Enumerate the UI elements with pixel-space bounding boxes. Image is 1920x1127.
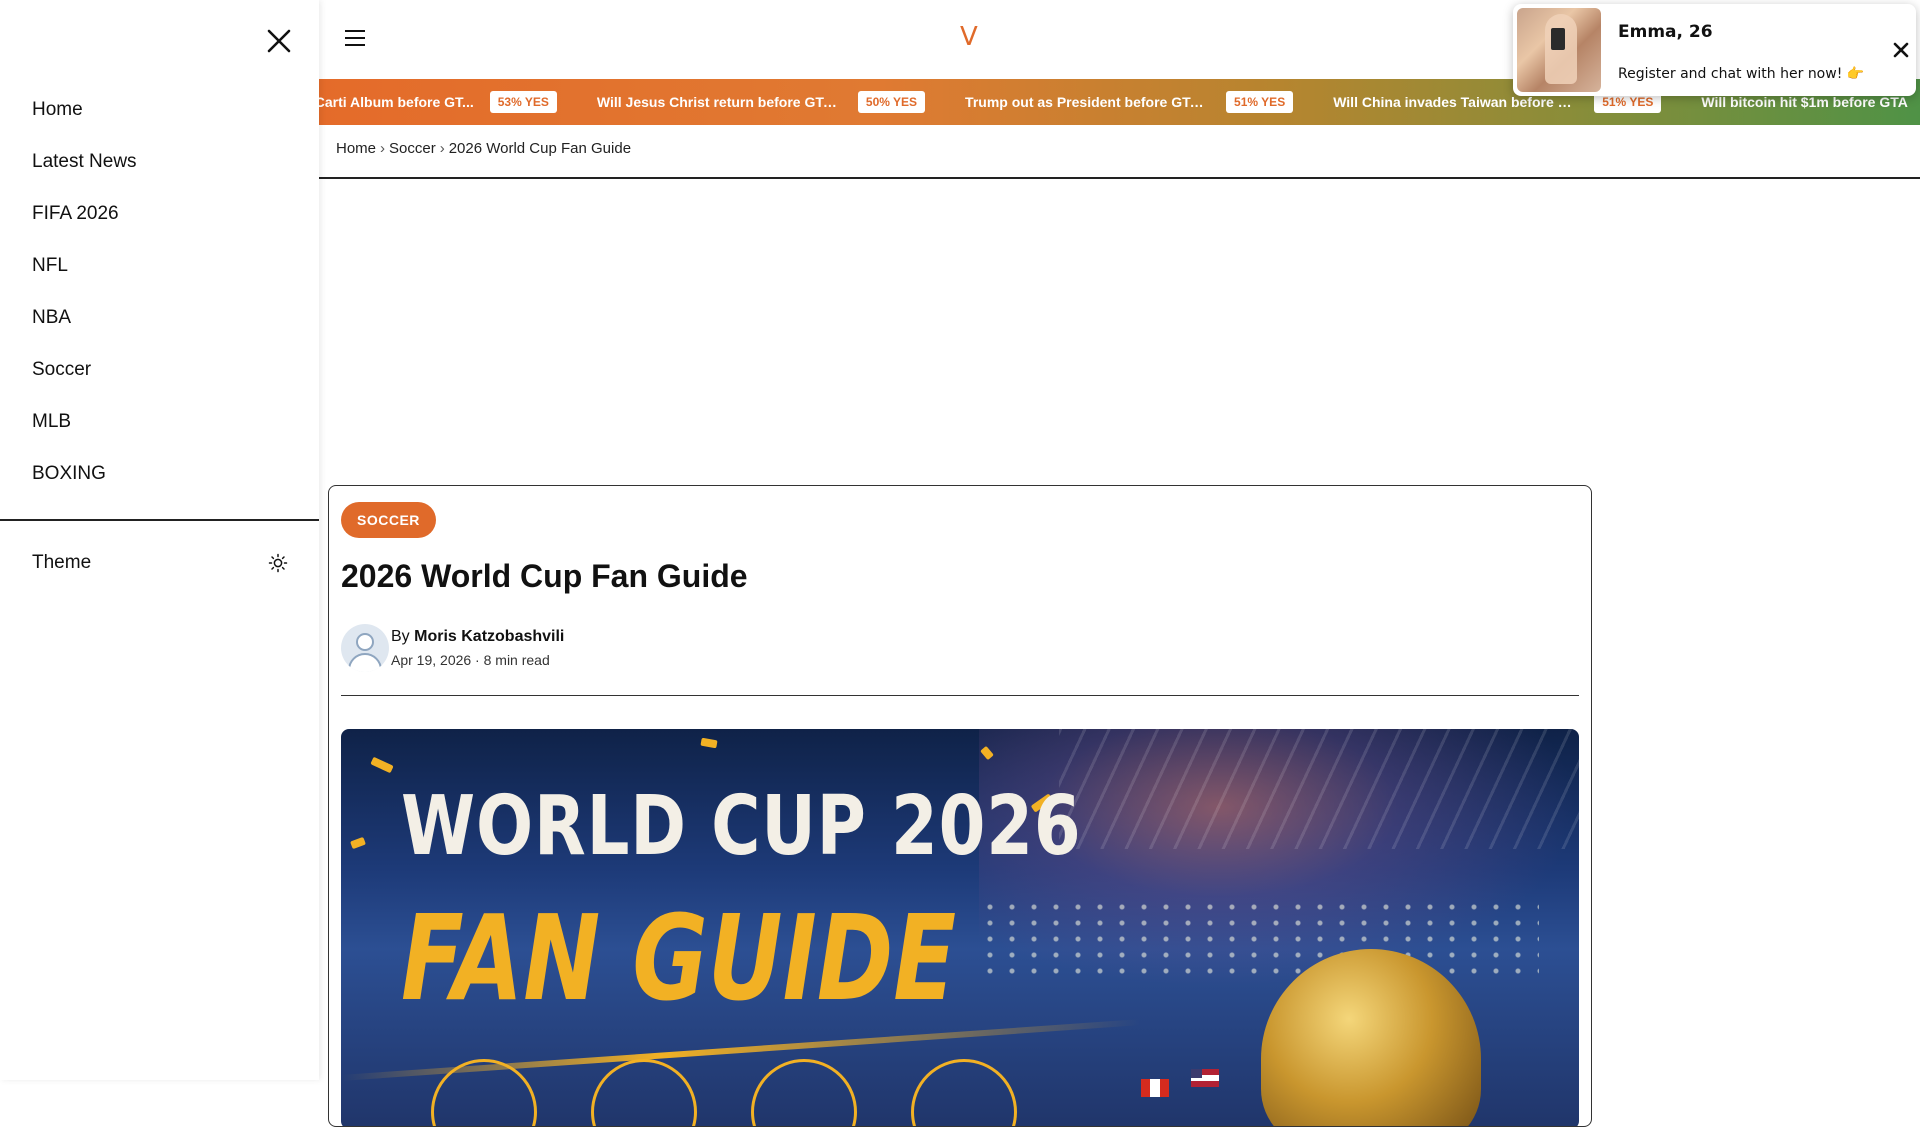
flag-icon: [1141, 1079, 1169, 1097]
drawer-item-boxing[interactable]: BOXING: [0, 448, 319, 500]
ticker-item[interactable]: i Carti Album before GT... 53% YES: [319, 91, 557, 113]
avatar[interactable]: [341, 624, 389, 672]
ticker-item[interactable]: Will bitcoin hit $1m before GTA: [1701, 94, 1920, 110]
drawer-item-soccer[interactable]: Soccer: [0, 344, 319, 396]
drawer-divider: [0, 519, 319, 521]
author-meta: By Moris Katzobashvili Apr 19, 2026 · 8 …: [391, 628, 564, 668]
hero-image: WORLD CUP 2026 FAN GUIDE: [341, 729, 1579, 1126]
breadcrumb-current: 2026 World Cup Fan Guide: [448, 140, 632, 157]
nav-drawer: Home Latest News FIFA 2026 NFL NBA Socce…: [0, 0, 319, 1080]
drawer-item-latest-news[interactable]: Latest News: [0, 136, 319, 188]
ticker-badge: 50% YES: [857, 91, 926, 113]
author-row: By Moris Katzobashvili Apr 19, 2026 · 8 …: [341, 624, 564, 672]
breadcrumb-home[interactable]: Home: [336, 140, 376, 157]
article-card: SOCCER 2026 World Cup Fan Guide By Moris…: [328, 485, 1592, 1127]
site-logo[interactable]: V: [960, 22, 978, 52]
by-label: By: [391, 628, 410, 645]
article-meta: Apr 19, 2026 · 8 min read: [391, 652, 550, 668]
ticker-text: Will bitcoin hit $1m before GTA: [1701, 94, 1908, 110]
breadcrumb-separator: ›: [380, 140, 386, 157]
category-tag[interactable]: SOCCER: [341, 502, 436, 538]
card-divider: [341, 695, 1579, 696]
popup-message: Register and chat with her now! 👉: [1618, 66, 1865, 82]
breadcrumb-separator: ›: [439, 140, 445, 157]
sun-icon[interactable]: [268, 553, 288, 573]
hero-badge-icon: [591, 1059, 697, 1126]
hero-badge-icon: [751, 1059, 857, 1126]
close-icon[interactable]: [266, 28, 292, 54]
close-icon[interactable]: [1893, 42, 1909, 58]
breadcrumb: Home › Soccer › 2026 World Cup Fan Guide: [336, 140, 631, 157]
drawer-nav: Home Latest News FIFA 2026 NFL NBA Socce…: [0, 84, 319, 500]
ticker-badge: 51% YES: [1226, 91, 1294, 113]
chat-popup[interactable]: Emma, 26 Register and chat with her now!…: [1513, 4, 1916, 96]
popup-avatar-photo: [1517, 8, 1601, 92]
drawer-item-home[interactable]: Home: [0, 84, 319, 136]
byline: By Moris Katzobashvili: [391, 628, 564, 646]
hero-headline: WORLD CUP 2026: [401, 779, 1082, 874]
popup-name: Emma, 26: [1618, 22, 1713, 42]
ticker-text: Will Jesus Christ return before GTA ...: [596, 94, 842, 110]
hero-subheadline: FAN GUIDE: [401, 889, 957, 1027]
breadcrumb-divider: [319, 177, 1920, 179]
drawer-item-fifa-2026[interactable]: FIFA 2026: [0, 188, 319, 240]
article-title: 2026 World Cup Fan Guide: [341, 558, 748, 594]
drawer-item-nfl[interactable]: NFL: [0, 240, 319, 292]
ticker-text: Trump out as President before GTA ...: [965, 94, 1211, 110]
theme-toggle-row[interactable]: Theme: [32, 548, 288, 578]
ticker-badge: 53% YES: [489, 91, 557, 113]
author-name[interactable]: Moris Katzobashvili: [414, 628, 564, 645]
drawer-item-mlb[interactable]: MLB: [0, 396, 319, 448]
drawer-item-nba[interactable]: NBA: [0, 292, 319, 344]
hero-badge-icon: [911, 1059, 1017, 1126]
flag-icon: [1191, 1069, 1219, 1087]
ticker-item[interactable]: Trump out as President before GTA ... 51…: [965, 91, 1294, 113]
hamburger-icon[interactable]: [345, 30, 365, 48]
ticker-text: i Carti Album before GT...: [319, 94, 474, 110]
breadcrumb-soccer[interactable]: Soccer: [389, 140, 436, 157]
theme-label: Theme: [32, 552, 92, 573]
ticker-text: Will China invades Taiwan before GT...: [1333, 94, 1579, 110]
ticker-item[interactable]: Will Jesus Christ return before GTA ... …: [596, 91, 926, 113]
